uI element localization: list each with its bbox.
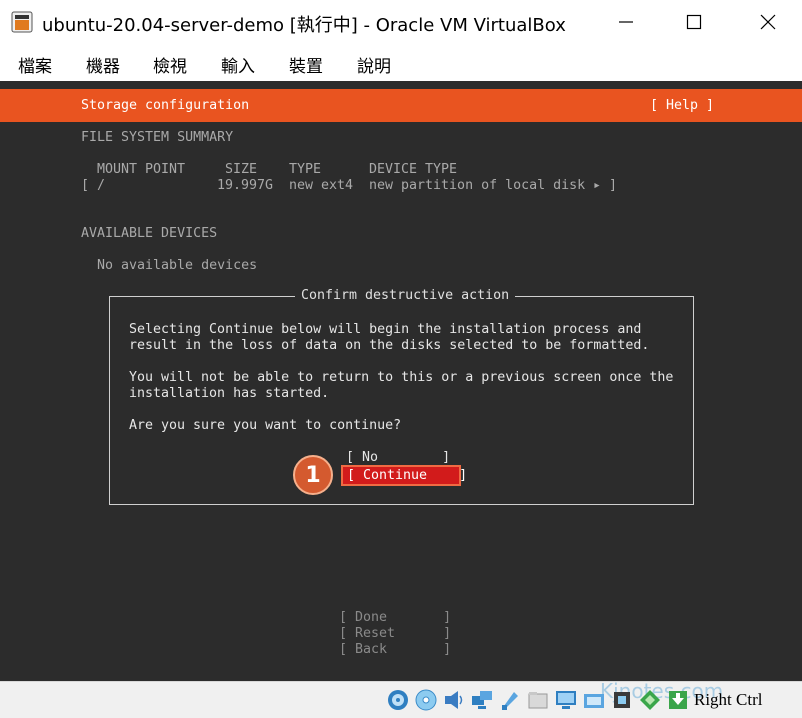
installer-header: Storage configuration [ Help ] bbox=[0, 89, 802, 122]
row-type: new ext4 bbox=[289, 178, 354, 193]
optical-disk-icon[interactable] bbox=[414, 688, 438, 712]
mouse-integration-icon[interactable] bbox=[638, 688, 662, 712]
no-devices-text: No available devices bbox=[97, 258, 258, 273]
dialog-title: Confirm destructive action bbox=[295, 287, 516, 305]
page-title: Storage configuration bbox=[81, 98, 250, 113]
row-mount-point: / bbox=[97, 178, 106, 193]
menu-help[interactable]: 說明 bbox=[357, 52, 391, 77]
close-button[interactable] bbox=[734, 0, 802, 44]
virtualbox-icon bbox=[11, 11, 33, 33]
continue-button-label: [ Continue ] bbox=[347, 468, 468, 483]
vm-screen[interactable]: Storage configuration [ Help ] FILE SYST… bbox=[0, 81, 802, 681]
display-icon[interactable] bbox=[554, 688, 578, 712]
menu-file[interactable]: 檔案 bbox=[18, 52, 52, 77]
dialog-text-line: You will not be able to return to this o… bbox=[129, 370, 674, 385]
usb-icon[interactable] bbox=[498, 688, 522, 712]
reset-button[interactable]: [ Reset ] bbox=[339, 626, 451, 642]
maximize-icon bbox=[686, 14, 702, 30]
minimize-button[interactable] bbox=[592, 0, 660, 44]
column-header-size: SIZE bbox=[225, 162, 258, 177]
help-button[interactable]: [ Help ] bbox=[650, 98, 714, 113]
row-bracket-open: [ bbox=[81, 178, 90, 193]
window-title: ubuntu-20.04-server-demo [執行中] - Oracle … bbox=[42, 15, 566, 36]
menu-view[interactable]: 檢視 bbox=[153, 52, 187, 77]
no-button[interactable]: [ No ] bbox=[346, 450, 450, 466]
cpu-icon[interactable] bbox=[610, 688, 634, 712]
row-expand-arrow[interactable]: ▸ ] bbox=[593, 178, 617, 194]
dialog-text-line: installation has started. bbox=[129, 386, 330, 401]
back-button[interactable]: [ Back ] bbox=[339, 642, 451, 658]
minimize-icon bbox=[619, 21, 633, 23]
available-devices-heading: AVAILABLE DEVICES bbox=[81, 226, 218, 241]
recording-icon[interactable] bbox=[582, 688, 606, 712]
network-icon[interactable] bbox=[470, 688, 494, 712]
maximize-button[interactable] bbox=[660, 0, 728, 44]
window-titlebar: ubuntu-20.04-server-demo [執行中] - Oracle … bbox=[0, 0, 802, 44]
dialog-question: Are you sure you want to continue? bbox=[129, 418, 402, 433]
menu-input[interactable]: 輸入 bbox=[221, 52, 255, 77]
close-icon bbox=[760, 14, 776, 30]
row-device-type: new partition of local disk bbox=[369, 178, 586, 193]
host-key-label: Right Ctrl bbox=[694, 690, 763, 709]
audio-icon[interactable] bbox=[442, 688, 466, 712]
keyboard-capture-icon[interactable] bbox=[666, 688, 690, 712]
done-button[interactable]: [ Done ] bbox=[339, 610, 451, 626]
menu-machine[interactable]: 機器 bbox=[86, 52, 120, 77]
fs-summary-heading: FILE SYSTEM SUMMARY bbox=[81, 130, 234, 145]
step-marker: 1 bbox=[293, 455, 333, 495]
column-header-device-type: DEVICE TYPE bbox=[369, 162, 458, 177]
column-header-type: TYPE bbox=[289, 162, 322, 177]
dialog-text-line: Selecting Continue below will begin the … bbox=[129, 322, 642, 337]
column-header-mount-point: MOUNT POINT bbox=[97, 162, 186, 177]
continue-button[interactable]: [ Continue ] bbox=[341, 465, 467, 486]
row-size: 19.997G bbox=[217, 178, 274, 193]
hard-disk-icon[interactable] bbox=[386, 688, 410, 712]
shared-folder-icon[interactable] bbox=[526, 688, 550, 712]
status-bar: Kjnotes.com Right Ctrl bbox=[0, 679, 802, 718]
menu-devices[interactable]: 裝置 bbox=[289, 52, 323, 77]
menu-bar: 檔案 機器 檢視 輸入 裝置 說明 bbox=[0, 44, 802, 81]
dialog-text-line: result in the loss of data on the disks … bbox=[129, 338, 650, 353]
